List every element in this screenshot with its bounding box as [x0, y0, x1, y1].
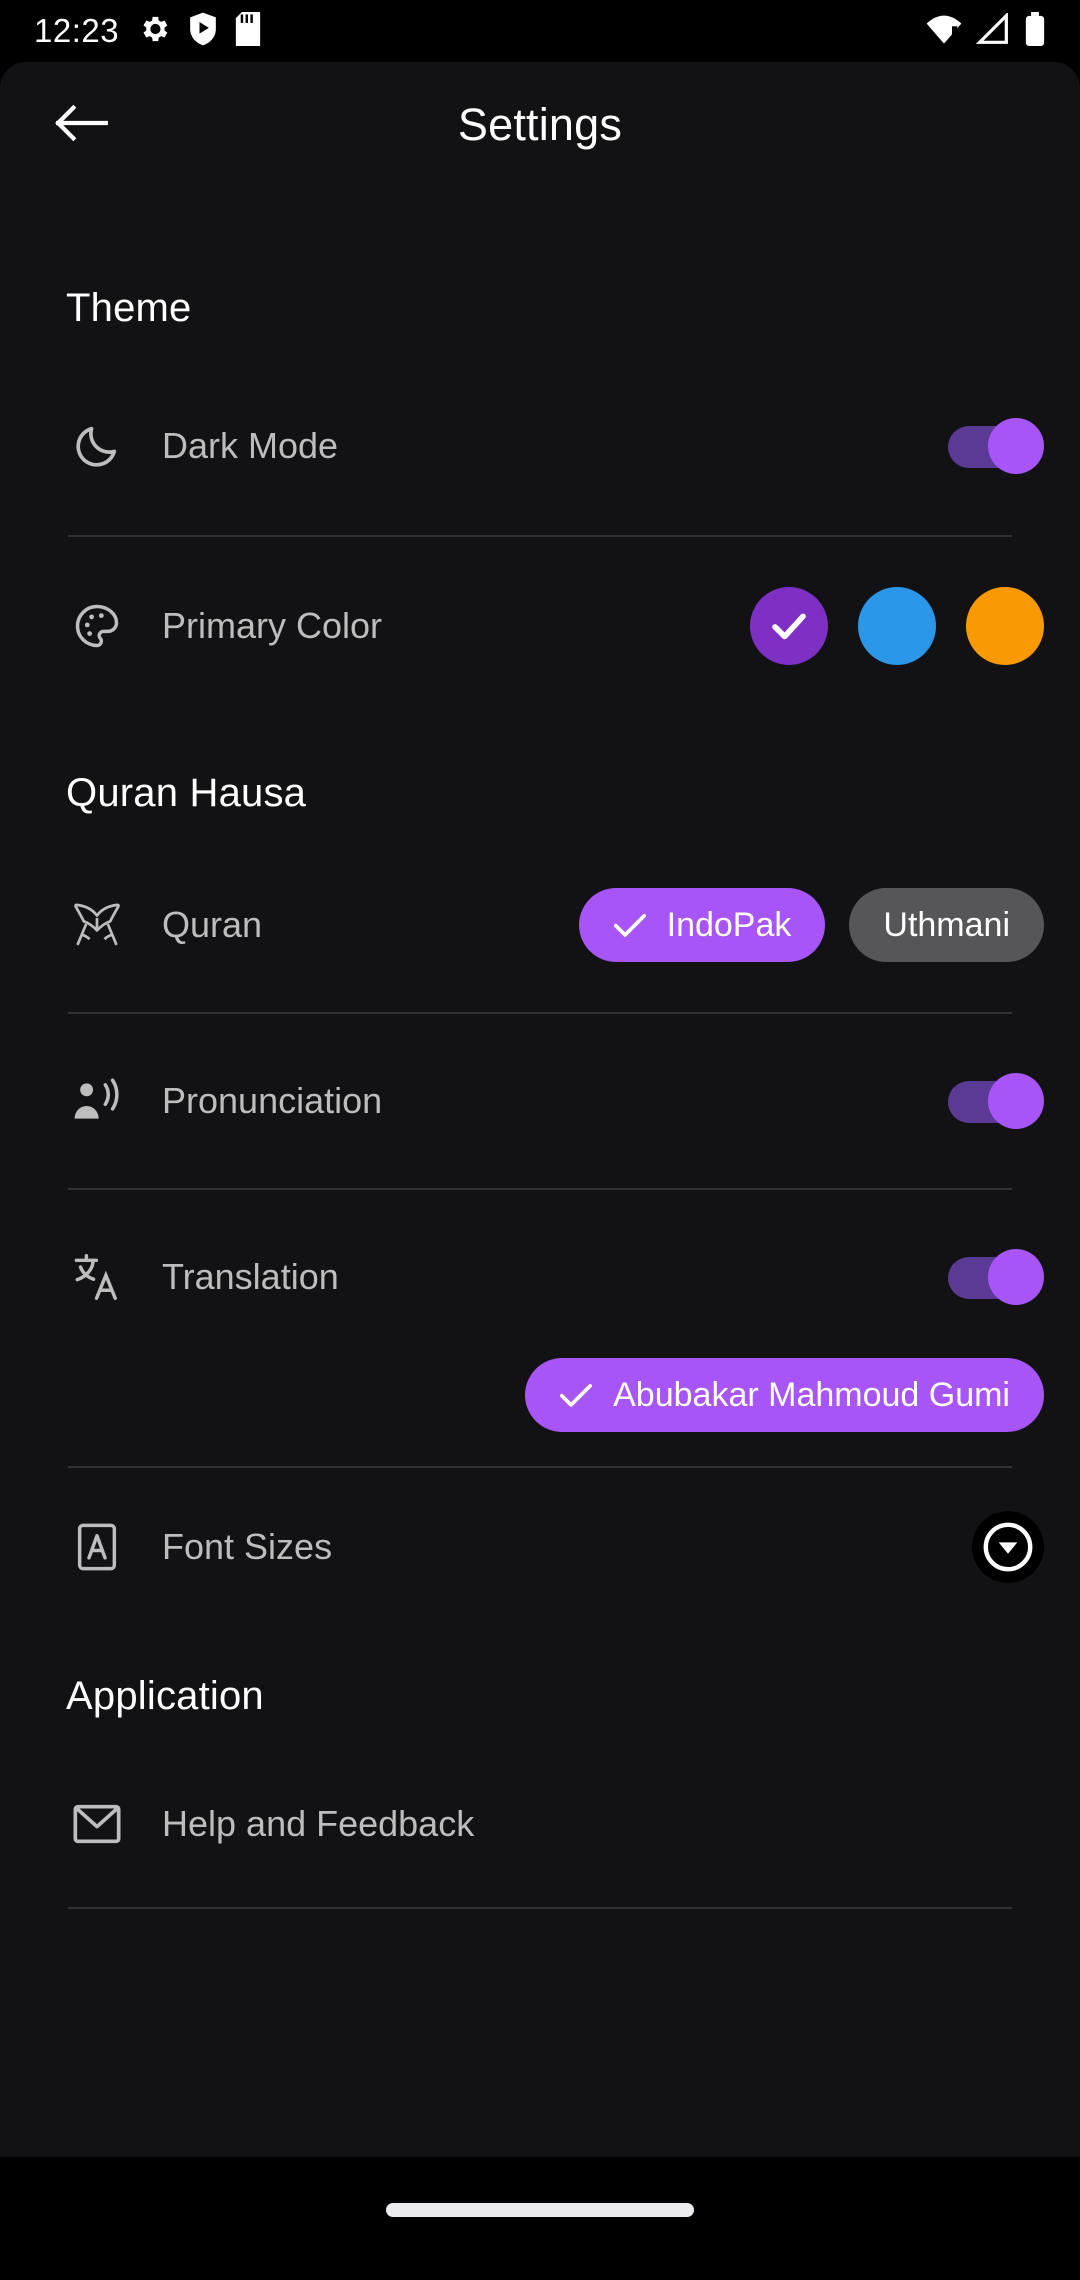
signal-icon [975, 11, 1010, 50]
pronunciation-icon [66, 1070, 128, 1132]
gear-icon [137, 12, 171, 51]
translation-options: Abubakar Mahmoud Gumi [0, 1358, 1080, 1432]
quran-book-icon [66, 894, 128, 956]
toggle-pronunciation[interactable] [948, 1073, 1044, 1129]
toggle-thumb [988, 1249, 1044, 1305]
chevron-down-circle-icon [983, 1522, 1033, 1572]
status-bar-clock: 12:23 [34, 12, 120, 49]
row-help-and-feedback[interactable]: Help and Feedback [0, 1771, 1080, 1877]
section-title-quran: Quran Hausa [66, 771, 307, 815]
app-bar: Settings [0, 62, 1080, 188]
row-font-sizes[interactable]: Font Sizes [0, 1494, 1080, 1600]
palette-icon [66, 595, 128, 657]
play-protect-icon [189, 12, 217, 51]
font-size-icon [66, 1516, 128, 1578]
chip-label: Abubakar Mahmoud Gumi [613, 1375, 1010, 1414]
color-swatch-group [750, 587, 1044, 665]
sd-card-icon [235, 11, 261, 51]
moon-icon [66, 415, 128, 477]
expand-font-sizes-button[interactable] [972, 1511, 1044, 1583]
row-label-quran: Quran [162, 904, 263, 945]
navigation-bar [0, 2157, 1080, 2280]
chip-indopak[interactable]: IndoPak [578, 888, 826, 962]
quran-script-options: IndoPak Uthmani [578, 888, 1044, 962]
chip-label: IndoPak [666, 905, 792, 944]
section-title-theme: Theme [66, 286, 192, 330]
translate-icon [66, 1246, 128, 1308]
section-title-application: Application [66, 1674, 264, 1718]
chip-label: Uthmani [883, 905, 1010, 944]
status-bar-right [926, 11, 1046, 51]
mail-icon [66, 1793, 128, 1855]
check-icon [772, 613, 806, 640]
battery-icon [1024, 11, 1046, 51]
chip-uthmani[interactable]: Uthmani [849, 888, 1044, 962]
row-label-translation: Translation [162, 1256, 339, 1297]
page-title: Settings [457, 99, 623, 150]
swatch-blue[interactable] [858, 587, 936, 665]
row-primary-color[interactable]: Primary Color [0, 573, 1080, 679]
toggle-thumb [988, 1073, 1044, 1129]
status-bar: 12:23 [0, 0, 1080, 62]
app-surface: Settings Theme Dark Mode Primary Color Q… [0, 62, 1080, 2157]
swatch-orange[interactable] [966, 587, 1044, 665]
phone-screen: 12:23 Settings Theme Dark Mode Primary C… [0, 0, 1080, 2280]
row-label-pronunciation: Pronunciation [162, 1080, 383, 1121]
row-label-help-and-feedback: Help and Feedback [162, 1803, 475, 1844]
row-quran[interactable]: Quran IndoPak Uthmani [0, 872, 1080, 978]
row-label-dark-mode: Dark Mode [162, 425, 339, 466]
swatch-purple[interactable] [750, 587, 828, 665]
row-pronunciation[interactable]: Pronunciation [0, 1048, 1080, 1154]
status-bar-left: 12:23 [34, 11, 261, 51]
row-dark-mode[interactable]: Dark Mode [0, 393, 1080, 499]
wifi-alert-icon [926, 13, 962, 50]
home-indicator[interactable] [386, 2202, 694, 2217]
toggle-dark-mode[interactable] [948, 418, 1044, 474]
divider [68, 1907, 1012, 1909]
row-label-font-sizes: Font Sizes [162, 1526, 333, 1567]
toggle-translation[interactable] [948, 1249, 1044, 1305]
toggle-thumb [988, 418, 1044, 474]
row-label-primary-color: Primary Color [162, 605, 383, 646]
check-icon [560, 1383, 593, 1407]
row-translation[interactable]: Translation [0, 1224, 1080, 1330]
check-icon [613, 913, 646, 937]
chip-translator[interactable]: Abubakar Mahmoud Gumi [525, 1358, 1044, 1432]
